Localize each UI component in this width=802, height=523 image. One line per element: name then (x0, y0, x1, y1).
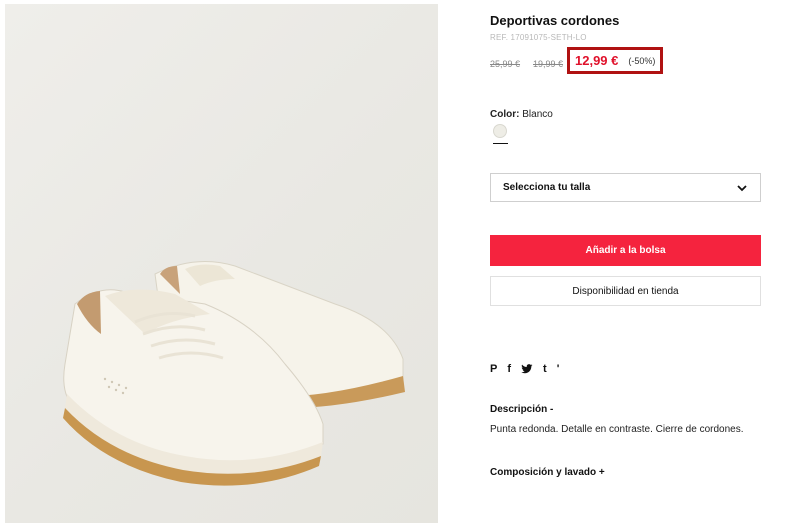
product-reference: REF. 17091075-SETH-LO (490, 33, 587, 42)
add-to-bag-label: Añadir a la bolsa (585, 245, 666, 256)
color-label-title: Color: (490, 109, 520, 120)
product-image (5, 4, 438, 523)
more-share-icon[interactable]: ' (557, 363, 560, 375)
current-price: 12,99 € (575, 53, 619, 68)
twitter-icon[interactable] (521, 364, 533, 374)
selected-swatch-indicator (493, 143, 508, 144)
store-availability-button[interactable]: Disponibilidad en tienda (490, 276, 761, 306)
pinterest-icon[interactable]: P (490, 363, 497, 375)
tumblr-icon[interactable]: t (543, 363, 547, 375)
original-price: 25,99 € (490, 59, 521, 69)
chevron-down-icon (737, 185, 747, 192)
description-text: Punta redonda. Detalle en contraste. Cie… (490, 424, 744, 435)
share-icons: P f t ' (490, 363, 569, 375)
size-select[interactable]: Selecciona tu talla (490, 173, 761, 202)
size-select-label: Selecciona tu talla (503, 182, 591, 193)
description-toggle[interactable]: Descripción - (490, 404, 553, 415)
add-to-bag-button[interactable]: Añadir a la bolsa (490, 235, 761, 266)
previous-price: 19,99 € (533, 59, 564, 69)
discount-badge: (-50%) (628, 55, 656, 66)
color-value: Blanco (522, 109, 553, 120)
color-label: Color: Blanco (490, 109, 553, 120)
composition-toggle[interactable]: Composición y lavado + (490, 467, 605, 478)
store-availability-label: Disponibilidad en tienda (572, 285, 679, 297)
product-title: Deportivas cordones (490, 13, 620, 28)
sneakers-illustration (63, 261, 405, 486)
facebook-icon[interactable]: f (507, 363, 511, 375)
price-highlight-box: 12,99 € (-50%) (567, 47, 663, 74)
color-swatch-blanco[interactable] (493, 124, 507, 138)
